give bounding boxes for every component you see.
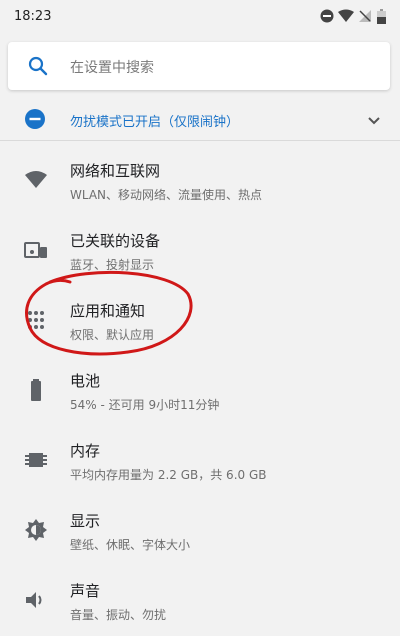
- wifi-icon: [25, 171, 47, 188]
- search-input[interactable]: 在设置中搜索: [70, 57, 154, 77]
- dnd-icon: [25, 109, 45, 129]
- search-bar[interactable]: 在设置中搜索: [8, 42, 390, 90]
- volume-icon: [26, 592, 42, 608]
- search-icon[interactable]: [26, 54, 50, 78]
- settings-item-subtitle: WLAN、移动网络、流量使用、热点: [70, 188, 263, 202]
- signal-off-icon: [359, 10, 371, 22]
- settings-item-memory[interactable]: 内存 平均内存用量为 2.2 GB，共 6.0 GB: [0, 426, 400, 496]
- battery-icon: [31, 379, 41, 401]
- chevron-down-icon[interactable]: [364, 110, 384, 130]
- dnd-banner[interactable]: 勿扰模式已开启（仅限闹钟）: [0, 100, 400, 141]
- brightness-icon: [25, 519, 47, 541]
- settings-item-network[interactable]: 网络和互联网 WLAN、移动网络、流量使用、热点: [0, 146, 400, 216]
- settings-item-connected-devices[interactable]: 已关联的设备 蓝牙、投射显示: [0, 216, 400, 286]
- settings-item-apps[interactable]: 应用和通知 权限、默认应用: [0, 286, 400, 356]
- settings-item-title: 已关联的设备: [70, 232, 161, 250]
- battery-icon: [377, 9, 386, 24]
- settings-item-subtitle: 平均内存用量为 2.2 GB，共 6.0 GB: [70, 468, 267, 482]
- dnd-minus-icon: [320, 9, 334, 23]
- settings-item-title: 应用和通知: [70, 302, 146, 320]
- wifi-icon: [338, 9, 354, 22]
- devices-icon: [24, 242, 47, 258]
- settings-item-sound[interactable]: 声音 音量、振动、勿扰: [0, 566, 400, 636]
- settings-item-battery[interactable]: 电池 54% - 还可用 9小时11分钟: [0, 356, 400, 426]
- settings-item-title: 显示: [70, 512, 101, 530]
- memory-icon: [25, 453, 47, 467]
- settings-item-subtitle: 蓝牙、投射显示: [70, 258, 155, 272]
- settings-item-title: 内存: [70, 442, 101, 460]
- settings-item-title: 网络和互联网: [70, 162, 161, 180]
- status-icons: [320, 9, 390, 25]
- status-bar: 18:23: [0, 0, 400, 34]
- settings-item-subtitle: 54% - 还可用 9小时11分钟: [70, 398, 220, 412]
- settings-item-subtitle: 权限、默认应用: [70, 328, 155, 342]
- settings-item-title: 电池: [70, 372, 101, 390]
- apps-grid-icon: [28, 311, 44, 329]
- dnd-banner-text: 勿扰模式已开启（仅限闹钟）: [70, 115, 240, 130]
- status-time: 18:23: [14, 9, 52, 24]
- settings-item-subtitle: 壁纸、休眠、字体大小: [70, 538, 191, 552]
- settings-item-display[interactable]: 显示 壁纸、休眠、字体大小: [0, 496, 400, 566]
- settings-item-title: 声音: [70, 582, 101, 600]
- settings-item-subtitle: 音量、振动、勿扰: [70, 608, 167, 622]
